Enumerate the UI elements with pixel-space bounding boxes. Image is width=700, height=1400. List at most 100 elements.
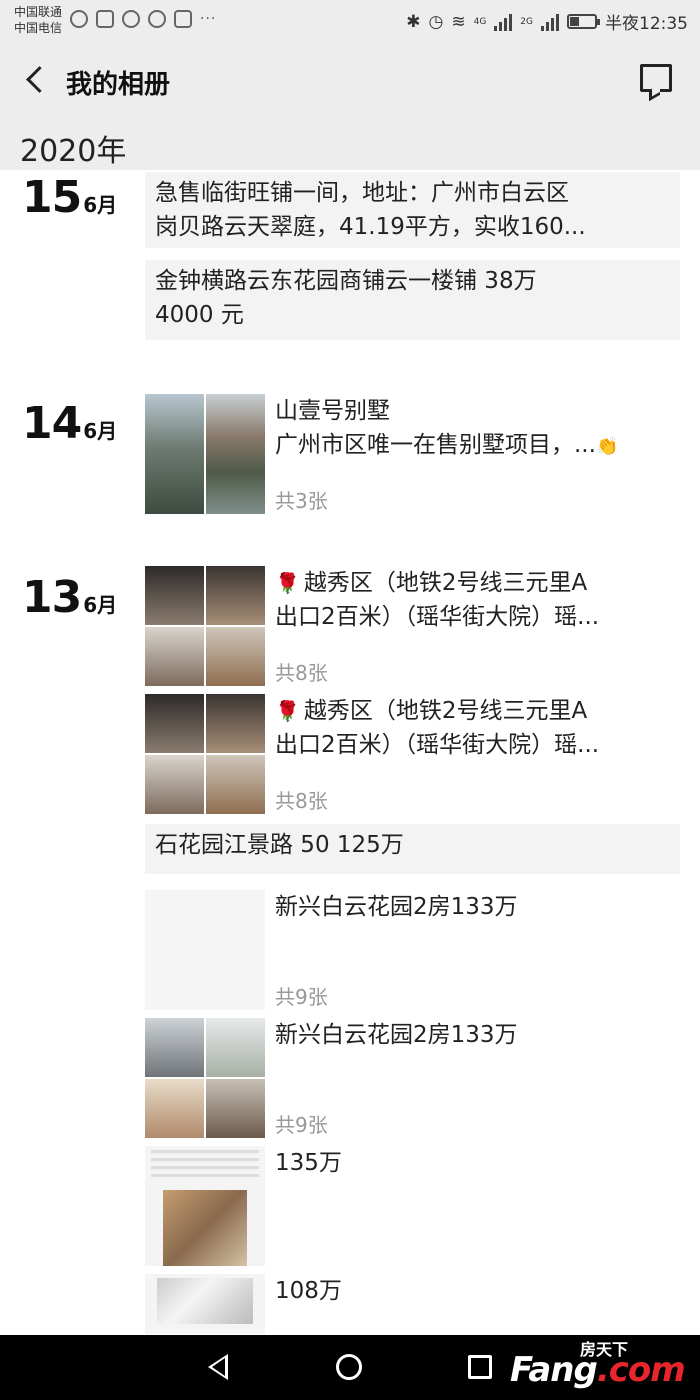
post-line-2: 岗贝路云天翠庭，41.19平方，实收160... [155,214,586,240]
moment-photo-post[interactable]: 山壹号别墅 广州市区唯一在售别墅项目，...👏 共3张 [145,394,680,514]
date-day: 14 [22,398,82,449]
date-label: 14 6月 [22,398,117,449]
watermark-main-b: .com [596,1350,686,1390]
post-caption: 新兴白云花园2房133万 [275,890,680,924]
nav-home-icon[interactable] [336,1354,362,1380]
moment-photo-post[interactable]: 新兴白云花园2房133万 共9张 [145,1018,680,1138]
photo-thumbnail-grid[interactable] [145,694,265,814]
photo-count: 共9张 [275,985,328,1009]
carrier-info: 中国联通 中国电信 [14,4,62,36]
date-day: 13 [22,572,82,623]
post-line-2: 出口2百米）（瑶华街大院）瑶... [275,604,600,630]
signal-icon-2 [541,13,559,31]
moment-photo-post[interactable]: 🌹 越秀区（地铁2号线三元里A 出口2百米）（瑶华街大院）瑶... 共8张 [145,694,680,814]
network-type-1: 4G [473,16,487,27]
photo-thumbnail[interactable] [206,394,265,514]
comment-button[interactable] [640,64,672,92]
app-icon [174,10,192,28]
cloud-icon [148,10,166,28]
rose-icon: 🌹 [275,699,300,723]
page-title: 我的相册 [66,70,171,100]
back-button[interactable] [18,62,54,98]
photo-thumbnail[interactable] [145,394,204,514]
photo-thumbnail-grid[interactable] [145,394,265,514]
carrier-1: 中国联通 [14,5,63,19]
photo-thumbnail[interactable] [206,1018,265,1077]
photo-thumbnail-grid[interactable] [145,566,265,686]
post-line-1: 急售临街旺铺一间，地址：广州市白云区 [155,180,569,206]
status-bar: 中国联通 中国电信 ··· ✱ ◷ ≋ 4G 2G 半夜12:35 [0,0,700,42]
clock: 半夜12:35 [605,14,688,34]
photo-thumbnail[interactable] [145,1018,204,1077]
nav-recents-icon[interactable] [468,1355,492,1379]
post-line-1: 金钟横路云东花园商铺云一楼铺 38万 [155,268,537,294]
document-icon [96,10,114,28]
watermark-logo: 房天下 Fang.com [510,1336,700,1396]
date-label: 15 6月 [22,172,117,223]
watermark-main: Fang.com [510,1350,686,1390]
photo-thumbnail[interactable] [206,627,265,686]
photo-thumbnail[interactable] [145,1079,204,1138]
post-line-1: 🌹 越秀区（地铁2号线三元里A [275,566,680,600]
date-label: 13 6月 [22,572,117,623]
post-caption: 108万 [275,1274,680,1308]
system-icons: ✱ ◷ ≋ 4G 2G 半夜12:35 [406,9,688,35]
post-line-1: 新兴白云花园2房133万 [275,1022,518,1048]
photo-thumbnail[interactable] [206,566,265,625]
year-section-header: 2020年 [0,118,700,170]
photo-thumbnail[interactable] [145,627,204,686]
date-day: 15 [22,172,82,223]
photo-count: 共3张 [275,489,328,513]
photo-thumbnail-grid[interactable] [145,1018,265,1138]
year-label: 2020年 [20,134,127,169]
wifi-icon: ≋ [451,11,466,32]
post-line-2: 4000 元 [155,302,244,328]
post-line-1: 🌹 越秀区（地铁2号线三元里A [275,694,680,728]
app-notification-icon [70,10,88,28]
post-line-2: 广州市区唯一在售别墅项目，...👏 [275,428,680,464]
alarm-icon: ◷ [428,11,444,32]
bluetooth-icon: ✱ [406,11,421,32]
nav-back-icon[interactable] [208,1354,228,1380]
network-type-2: 2G [520,16,533,27]
post-line-1: 新兴白云花园2房133万 [275,894,518,920]
moment-text-post[interactable]: 急售临街旺铺一间，地址：广州市白云区 岗贝路云天翠庭，41.19平方，实收160… [145,172,680,248]
moment-photo-post[interactable]: 新兴白云花园2房133万 共9张 [145,890,680,1010]
post-line-1: 135万 [275,1150,342,1176]
photo-thumbnail[interactable] [145,755,204,814]
photo-thumbnail[interactable] [206,694,265,753]
moment-photo-post[interactable]: 🌹 越秀区（地铁2号线三元里A 出口2百米）（瑶华街大院）瑶... 共8张 [145,566,680,686]
post-line-1: 山壹号别墅 [275,398,390,424]
post-caption: 🌹 越秀区（地铁2号线三元里A 出口2百米）（瑶华街大院）瑶... [275,566,680,634]
photo-thumbnail[interactable] [206,1079,265,1138]
date-month: 6月 [83,193,118,217]
post-line-2-text: 广州市区唯一在售别墅项目，... [275,432,596,458]
post-caption: 山壹号别墅 广州市区唯一在售别墅项目，...👏 [275,394,680,464]
carrier-2: 中国电信 [14,21,63,35]
wechat-icon [122,10,140,28]
photo-thumbnail[interactable] [145,694,204,753]
notification-icons: ··· [70,10,218,28]
post-line-1: 108万 [275,1278,342,1304]
screenshot-text-lines [151,1150,259,1180]
post-line-1-text: 越秀区（地铁2号线三元里A [303,570,588,596]
photo-thumbnail-placeholder[interactable] [145,890,265,1010]
moment-text-post[interactable]: 金钟横路云东花园商铺云一楼铺 38万 4000 元 [145,260,680,340]
photo-thumbnail[interactable] [206,755,265,814]
photo-thumbnail[interactable] [145,566,204,625]
post-line-1: 石花园江景路 50 125万 [155,832,404,858]
post-caption: 新兴白云花园2房133万 [275,1018,680,1052]
rose-icon: 🌹 [275,571,300,595]
moment-photo-post[interactable]: 108万 [145,1274,680,1334]
date-month: 6月 [83,593,118,617]
post-line-2: 出口2百米）（瑶华街大院）瑶... [275,732,600,758]
screenshot-image [157,1278,253,1324]
floorplan-image [163,1190,247,1266]
app-header: 我的相册 [0,42,700,118]
photo-thumbnail[interactable] [145,1146,265,1266]
photo-thumbnail[interactable] [145,1274,265,1334]
moment-text-post[interactable]: 石花园江景路 50 125万 [145,824,680,874]
moment-photo-post[interactable]: 135万 [145,1146,680,1268]
signal-icon [494,13,513,31]
post-caption: 135万 [275,1146,680,1180]
